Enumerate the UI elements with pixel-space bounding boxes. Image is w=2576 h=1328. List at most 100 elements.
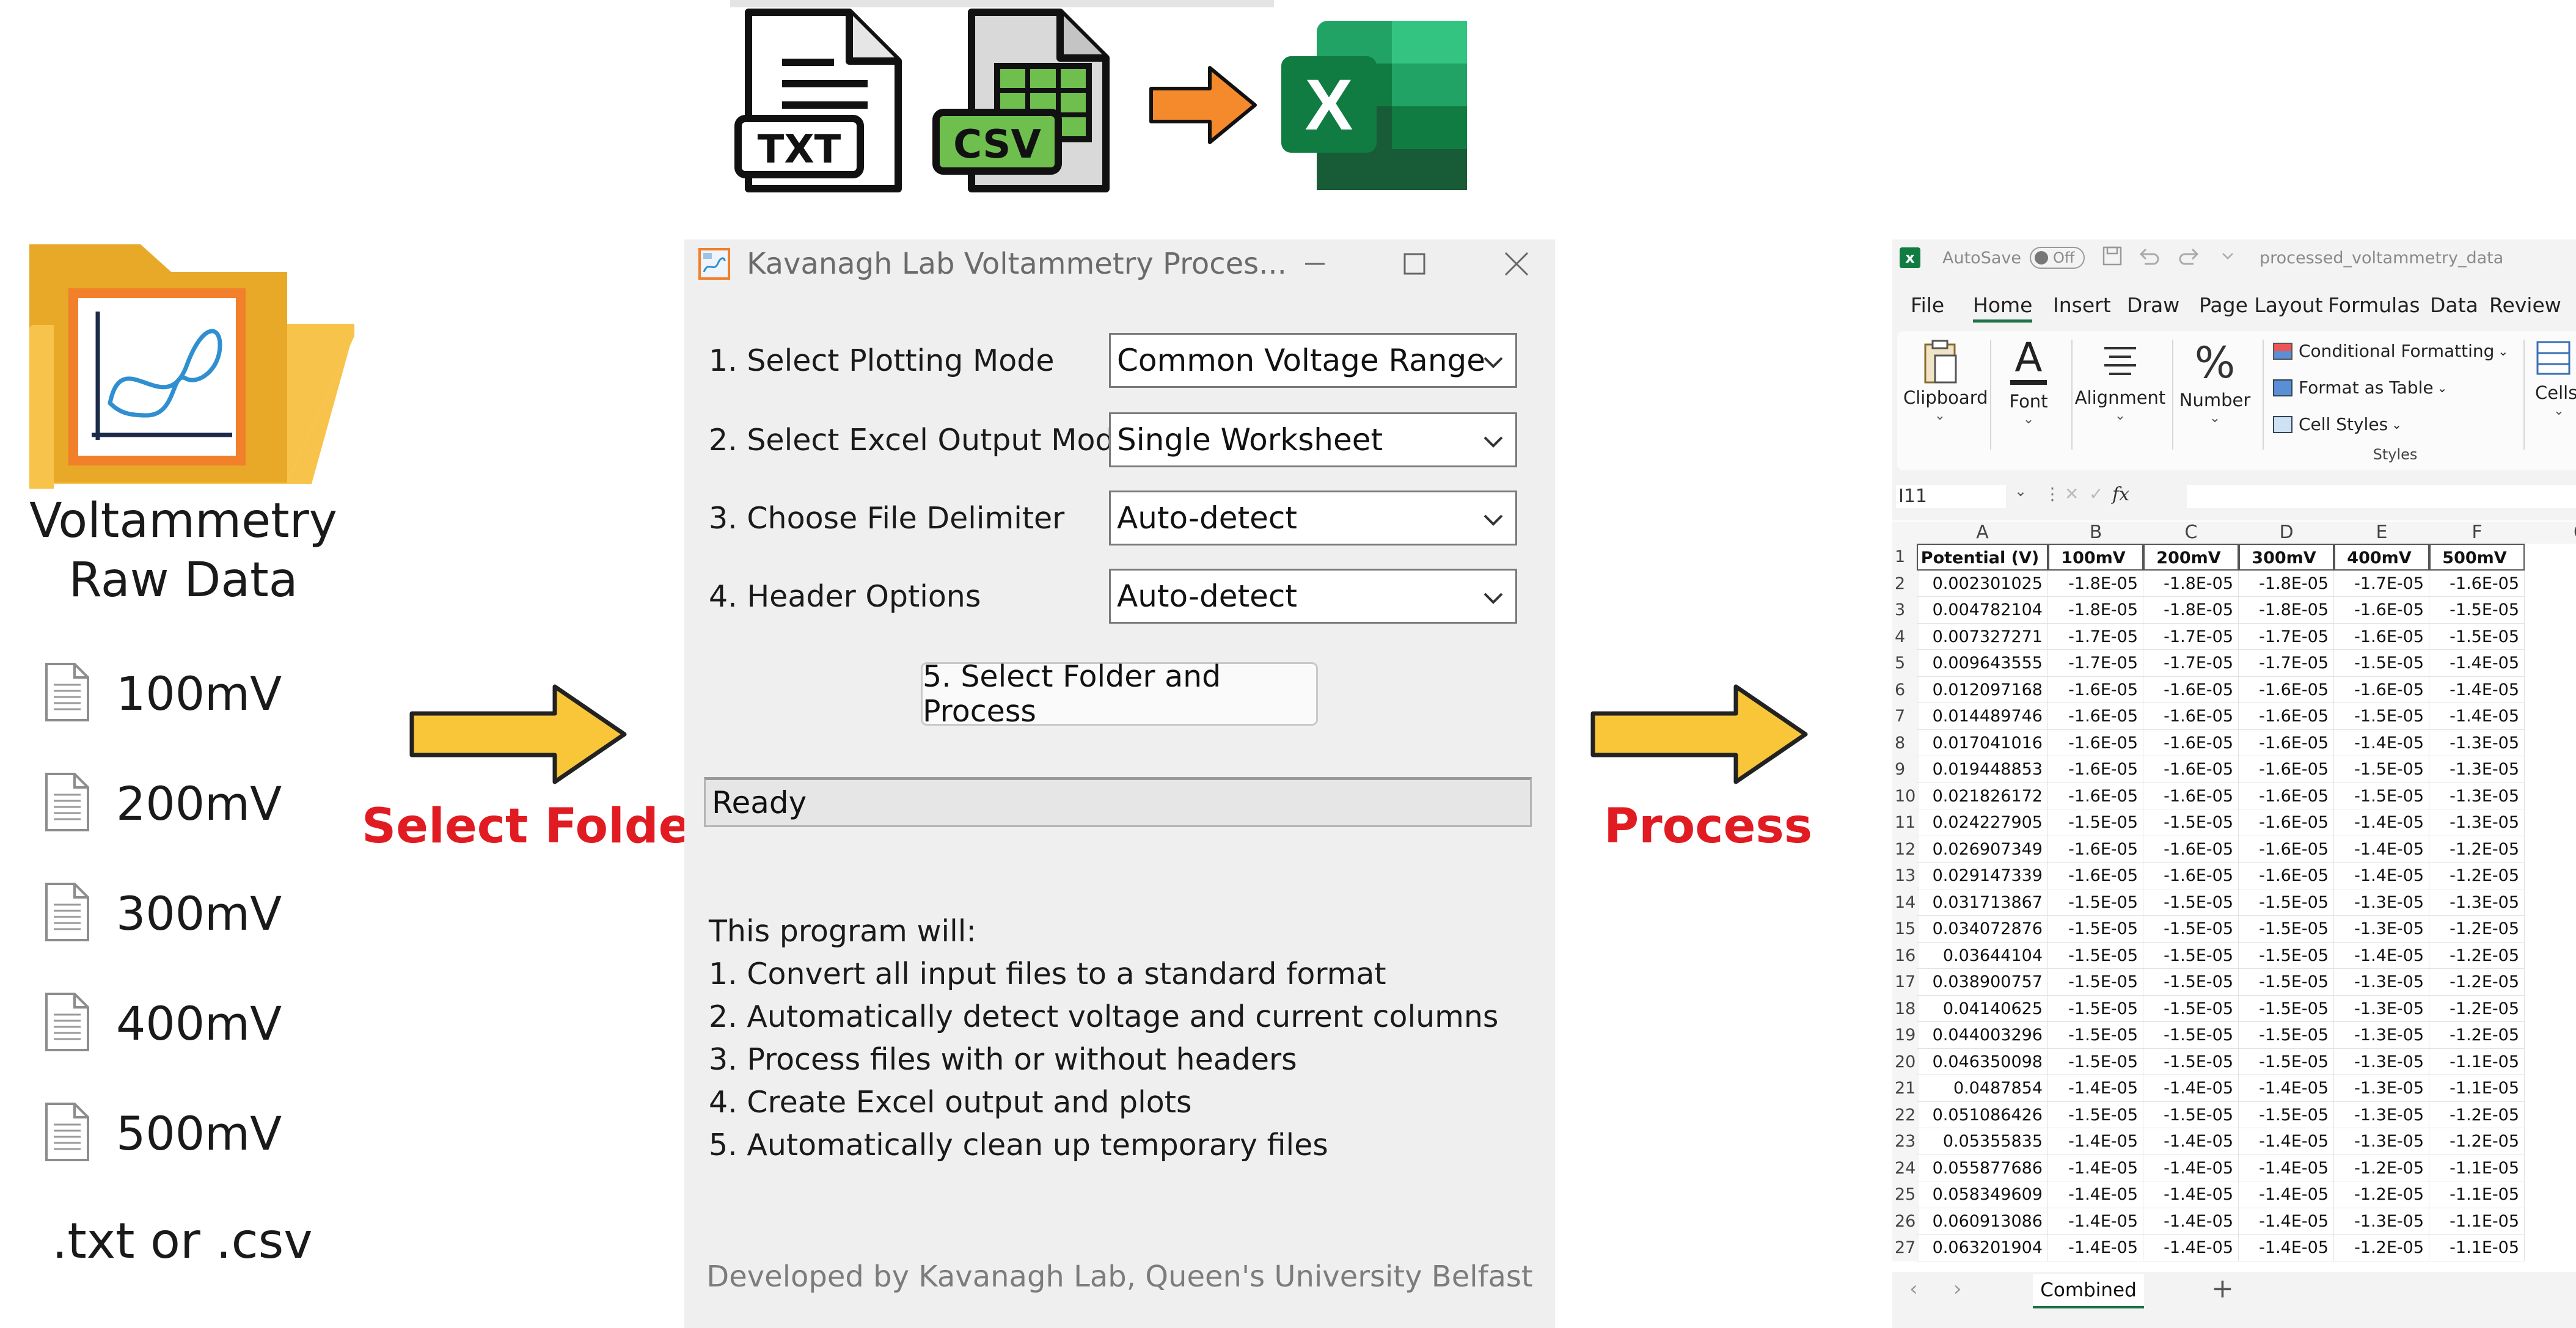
table-cell[interactable]: -1.6E-05 — [2239, 863, 2334, 889]
table-cell[interactable]: -1.6E-05 — [2048, 756, 2143, 783]
table-cell[interactable]: -1.3E-05 — [2334, 1128, 2429, 1155]
cell-styles-button[interactable]: Cell Styles ⌄ — [2273, 414, 2402, 434]
table-cell[interactable]: -1.6E-05 — [2048, 729, 2143, 756]
table-cell[interactable]: -1.5E-05 — [2048, 809, 2143, 836]
header-options-select[interactable]: Auto-detect — [1109, 569, 1517, 624]
customize-icon[interactable] — [2220, 249, 2235, 268]
table-cell[interactable]: -1.8E-05 — [2048, 570, 2143, 597]
table-cell[interactable]: -1.2E-05 — [2429, 969, 2525, 996]
table-cell[interactable]: -1.5E-05 — [2334, 756, 2429, 783]
table-cell[interactable]: -1.6E-05 — [2239, 676, 2334, 703]
table-cell[interactable]: -1.5E-05 — [2239, 1048, 2334, 1075]
table-cell[interactable]: 0.05355835 — [1917, 1128, 2048, 1155]
table-cell[interactable]: -1.4E-05 — [2048, 1181, 2143, 1208]
tab-review[interactable]: Review — [2489, 293, 2561, 317]
table-cell[interactable]: -1.2E-05 — [2429, 863, 2525, 889]
table-cell[interactable]: 0.024227905 — [1917, 809, 2048, 836]
table-cell[interactable]: -1.1E-05 — [2429, 1155, 2525, 1181]
table-cell[interactable]: -1.7E-05 — [2143, 623, 2239, 650]
table-cell[interactable]: -1.4E-05 — [2048, 1208, 2143, 1235]
table-cell[interactable]: 0.009643555 — [1917, 650, 2048, 677]
table-cell[interactable]: -1.5E-05 — [2143, 1048, 2239, 1075]
table-cell[interactable]: -1.7E-05 — [2239, 623, 2334, 650]
table-cell[interactable]: -1.1E-05 — [2429, 1075, 2525, 1102]
table-cell[interactable]: -1.5E-05 — [2048, 995, 2143, 1022]
table-cell[interactable]: -1.2E-05 — [2429, 916, 2525, 943]
output-mode-select[interactable]: Single Worksheet — [1109, 412, 1517, 467]
autosave-toggle[interactable]: Off — [2029, 247, 2085, 269]
table-cell[interactable]: -1.4E-05 — [2239, 1128, 2334, 1155]
column-header[interactable]: E — [2334, 522, 2429, 544]
table-cell[interactable]: 0.034072876 — [1917, 916, 2048, 943]
table-cell[interactable]: -1.1E-05 — [2429, 1208, 2525, 1235]
table-cell[interactable]: -1.6E-05 — [2239, 703, 2334, 730]
table-cell[interactable]: -1.2E-05 — [2429, 942, 2525, 969]
table-cell[interactable]: -1.8E-05 — [2239, 570, 2334, 597]
table-cell[interactable]: -1.4E-05 — [2334, 863, 2429, 889]
table-cell[interactable]: -1.3E-05 — [2429, 729, 2525, 756]
minimize-button[interactable] — [1295, 244, 1334, 283]
insert-function-icon[interactable]: fx — [2112, 484, 2129, 505]
table-cell[interactable]: -1.3E-05 — [2334, 995, 2429, 1022]
table-cell[interactable]: -1.4E-05 — [2143, 1075, 2239, 1102]
table-cell[interactable]: 0.019448853 — [1917, 756, 2048, 783]
scroll-left-icon[interactable]: ‹ — [1909, 1277, 1918, 1301]
table-cell[interactable]: -1.6E-05 — [2143, 836, 2239, 863]
table-cell[interactable]: -1.4E-05 — [2143, 1181, 2239, 1208]
table-cell[interactable]: -1.2E-05 — [2334, 1155, 2429, 1181]
table-cell[interactable]: -1.6E-05 — [2048, 863, 2143, 889]
table-cell[interactable]: -1.6E-05 — [2239, 783, 2334, 809]
table-cell[interactable]: -1.3E-05 — [2429, 756, 2525, 783]
table-header-cell[interactable]: 100mV — [2048, 544, 2143, 571]
table-cell[interactable]: -1.6E-05 — [2143, 783, 2239, 809]
table-cell[interactable]: -1.4E-05 — [2239, 1075, 2334, 1102]
table-cell[interactable]: -1.5E-05 — [2048, 889, 2143, 916]
conditional-formatting-button[interactable]: Conditional Formatting ⌄ — [2273, 341, 2508, 361]
table-header-cell[interactable]: 400mV — [2334, 544, 2429, 571]
table-cell[interactable]: -1.8E-05 — [2048, 597, 2143, 624]
table-header-cell[interactable]: 200mV — [2143, 544, 2239, 571]
table-header-cell[interactable]: 500mV — [2429, 544, 2525, 571]
table-cell[interactable]: -1.2E-05 — [2429, 836, 2525, 863]
table-cell[interactable]: -1.4E-05 — [2239, 1235, 2334, 1261]
table-cell[interactable]: -1.3E-05 — [2334, 969, 2429, 996]
scroll-right-icon[interactable]: › — [1953, 1277, 1962, 1301]
table-cell[interactable]: -1.8E-05 — [2143, 597, 2239, 624]
table-cell[interactable]: 0.063201904 — [1917, 1235, 2048, 1261]
table-cell[interactable]: -1.5E-05 — [2239, 942, 2334, 969]
table-cell[interactable]: 0.007327271 — [1917, 623, 2048, 650]
table-cell[interactable]: -1.4E-05 — [2143, 1155, 2239, 1181]
table-cell[interactable]: -1.2E-05 — [2334, 1235, 2429, 1261]
table-cell[interactable]: 0.017041016 — [1917, 729, 2048, 756]
table-cell[interactable]: -1.2E-05 — [2429, 1101, 2525, 1128]
table-cell[interactable]: -1.5E-05 — [2334, 703, 2429, 730]
table-cell[interactable]: -1.4E-05 — [2239, 1155, 2334, 1181]
select-folder-process-button[interactable]: 5. Select Folder and Process — [921, 659, 1318, 729]
table-header-cell[interactable]: Potential (V) — [1917, 544, 2048, 571]
table-cell[interactable]: 0.012097168 — [1917, 676, 2048, 703]
table-cell[interactable]: -1.4E-05 — [2334, 942, 2429, 969]
table-cell[interactable]: 0.04140625 — [1917, 995, 2048, 1022]
font-group[interactable]: A Font ⌄ — [1998, 331, 2059, 428]
save-icon[interactable] — [2102, 246, 2123, 271]
table-cell[interactable]: 0.029147339 — [1917, 863, 2048, 889]
table-cell[interactable]: -1.6E-05 — [2143, 756, 2239, 783]
column-header[interactable]: A — [1917, 522, 2048, 544]
table-cell[interactable]: -1.4E-05 — [2334, 729, 2429, 756]
table-cell[interactable]: -1.3E-05 — [2429, 809, 2525, 836]
table-cell[interactable]: -1.6E-05 — [2239, 809, 2334, 836]
table-cell[interactable]: -1.3E-05 — [2334, 1022, 2429, 1049]
table-cell[interactable]: -1.4E-05 — [2048, 1075, 2143, 1102]
column-header[interactable]: B — [2048, 522, 2143, 544]
table-cell[interactable]: -1.5E-05 — [2239, 916, 2334, 943]
table-cell[interactable]: -1.6E-05 — [2143, 863, 2239, 889]
table-cell[interactable]: -1.8E-05 — [2239, 597, 2334, 624]
table-cell[interactable]: 0.060913086 — [1917, 1208, 2048, 1235]
table-cell[interactable]: -1.3E-05 — [2429, 889, 2525, 916]
table-cell[interactable]: -1.6E-05 — [2239, 756, 2334, 783]
table-cell[interactable]: -1.4E-05 — [2143, 1128, 2239, 1155]
table-cell[interactable]: -1.6E-05 — [2429, 570, 2525, 597]
table-cell[interactable]: -1.8E-05 — [2143, 570, 2239, 597]
table-cell[interactable]: -1.7E-05 — [2048, 650, 2143, 677]
table-cell[interactable]: -1.6E-05 — [2239, 729, 2334, 756]
